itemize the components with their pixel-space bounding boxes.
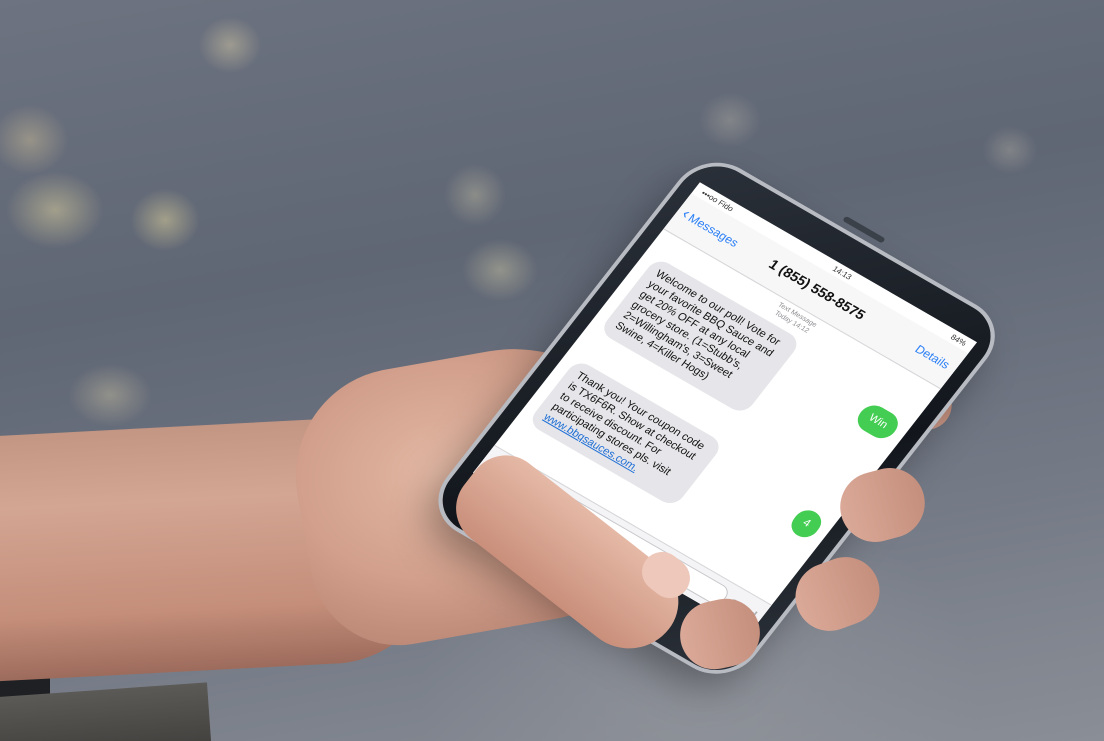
outgoing-message: 4 bbox=[785, 505, 827, 542]
earpiece-speaker bbox=[842, 215, 886, 244]
photo-scene: •••oo Fido 14:13 84% ‹ Messages 1 (855) … bbox=[0, 0, 1104, 741]
outgoing-message: Win bbox=[851, 400, 904, 444]
